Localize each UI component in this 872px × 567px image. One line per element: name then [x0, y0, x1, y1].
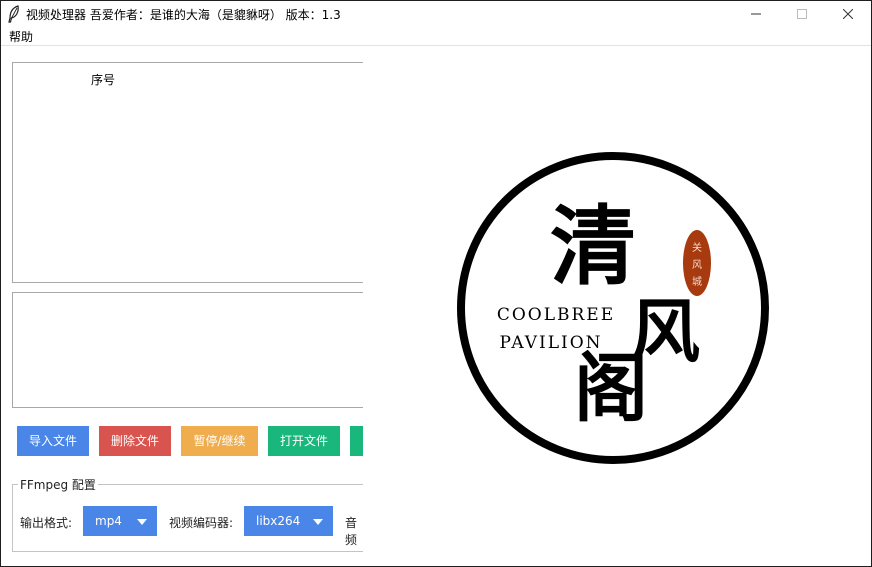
output-format-label: 输出格式:: [20, 516, 73, 530]
seal-char-3: 城: [692, 276, 702, 288]
logo-text-coolbree: COOLBREE: [497, 305, 615, 325]
minimize-button[interactable]: [733, 1, 779, 27]
video-encoder-label: 视频编码器:: [169, 516, 234, 530]
open-file-button[interactable]: 打开文件: [268, 426, 340, 456]
title-bar[interactable]: 视频处理器 吾爱作者：是谁的大海（是貔貅呀） 版本：1.3: [1, 1, 871, 27]
chevron-down-icon: [137, 519, 147, 525]
maximize-icon: [797, 9, 807, 19]
audio-encoder-label: 音频: [345, 516, 358, 547]
output-format-select[interactable]: mp4: [83, 506, 157, 536]
partial-green-button[interactable]: [350, 426, 363, 456]
menu-bar: 帮助: [1, 27, 871, 45]
delete-file-button[interactable]: 删除文件: [99, 426, 171, 456]
maximize-button[interactable]: [779, 1, 825, 27]
ffmpeg-config-label: FFmpeg 配置: [18, 476, 98, 493]
video-encoder-select[interactable]: libx264: [244, 506, 333, 536]
menu-help[interactable]: 帮助: [9, 28, 33, 45]
column-header-index[interactable]: 序号: [91, 71, 115, 88]
logo-text-pavilion: PAVILION: [499, 333, 602, 353]
logo-char-qing: 清: [550, 196, 636, 297]
pause-resume-button[interactable]: 暂停/继续: [181, 426, 258, 456]
feather-icon: [8, 5, 19, 23]
video-encoder-value: libx264: [256, 514, 301, 528]
close-icon: [843, 9, 853, 19]
logo-panel: 清 风 阁 COOLBREE PAVILION 关 风 城: [363, 46, 871, 566]
app-window: 视频处理器 吾爱作者：是谁的大海（是貔貅呀） 版本：1.3 帮助 序号 导入文件…: [0, 0, 872, 567]
minimize-icon: [751, 13, 761, 15]
file-list[interactable]: 序号: [12, 62, 363, 283]
window-title: 视频处理器 吾爱作者：是谁的大海（是貔貅呀） 版本：1.3: [26, 8, 341, 22]
coolbree-pavilion-logo: 清 风 阁 COOLBREE PAVILION 关 风 城: [457, 152, 769, 464]
left-pane: 序号 导入文件 删除文件 暂停/继续 打开文件 FFmpeg 配置 输出格式: …: [1, 46, 363, 566]
seal-char-1: 关: [692, 241, 702, 254]
seal-char-2: 风: [692, 259, 702, 271]
import-file-button[interactable]: 导入文件: [17, 426, 89, 456]
log-output[interactable]: [12, 292, 363, 408]
close-button[interactable]: [825, 1, 871, 27]
logo-char-ge: 阁: [574, 346, 648, 432]
output-format-value: mp4: [95, 514, 122, 528]
chevron-down-icon: [313, 519, 323, 525]
